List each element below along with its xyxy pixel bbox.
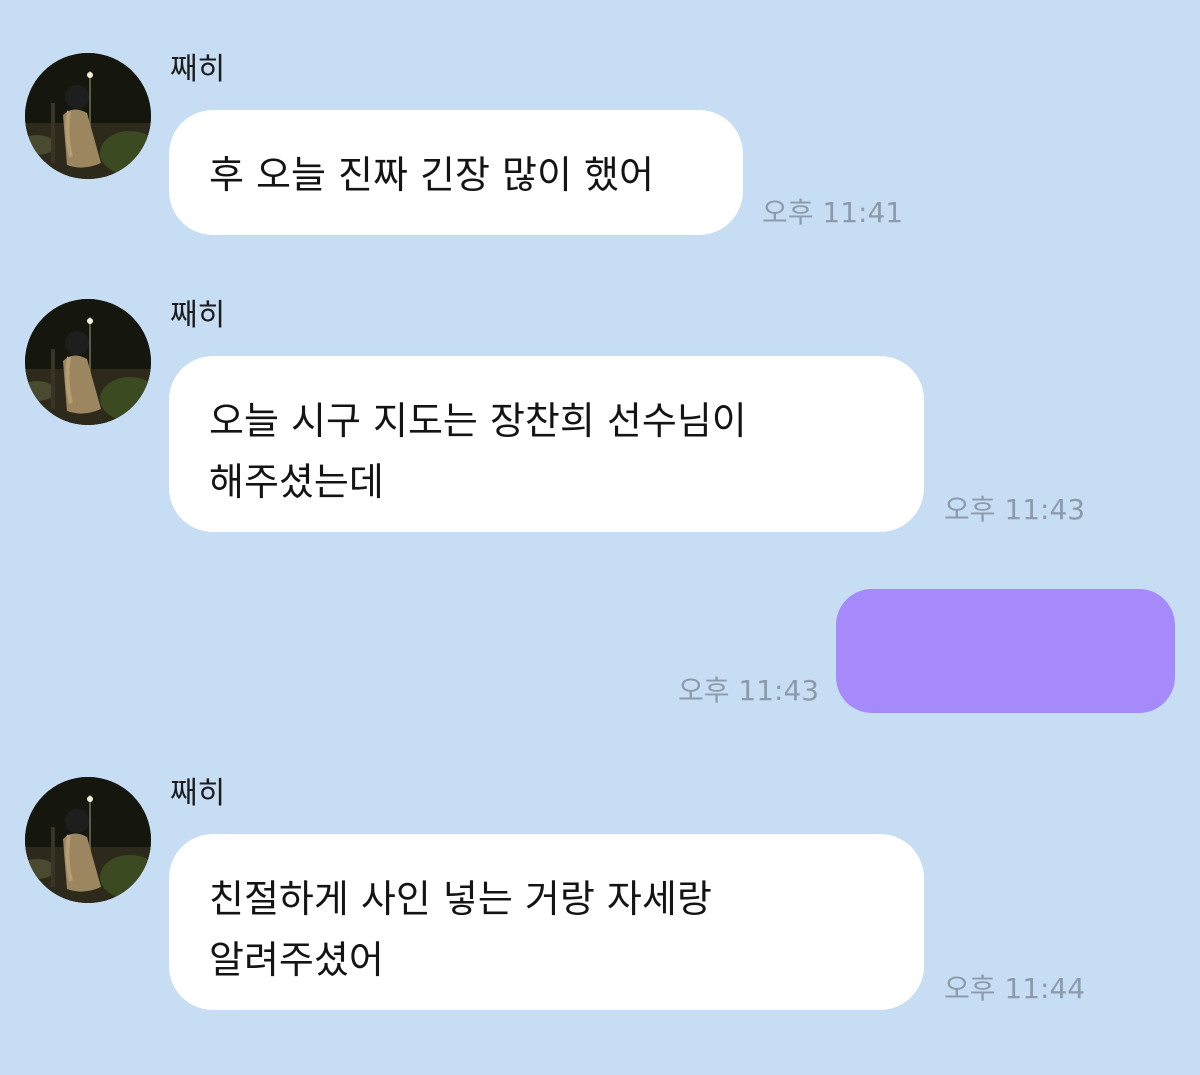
profile-photo [25, 299, 151, 425]
chat-screen: { "chat": { "messages": [ {"sender": "째히… [0, 0, 1200, 1075]
message-timestamp: 오후 11:41 [762, 196, 904, 229]
sender-avatar[interactable] [25, 53, 151, 179]
sender-name: 째히 [170, 298, 226, 333]
message-text-line: 해주셨는데 [209, 460, 384, 504]
message-bubble[interactable]: 친절하게 사인 넣는 거랑 자세랑 알려주셨어 [169, 834, 924, 1010]
profile-photo [25, 777, 151, 903]
sender-avatar[interactable] [25, 777, 151, 903]
sent-message-bubble[interactable] [836, 589, 1175, 713]
message-text-line: 알려주셨어 [209, 938, 384, 982]
message-bubble[interactable]: 후 오늘 진짜 긴장 많이 했어 [169, 110, 743, 235]
message-timestamp: 오후 11:43 [678, 674, 820, 707]
message-text: 후 오늘 진짜 긴장 많이 했어 [209, 153, 654, 197]
sender-name: 째히 [170, 52, 226, 87]
message-text-line: 친절하게 사인 넣는 거랑 자세랑 [209, 877, 712, 921]
message-text-line: 오늘 시구 지도는 장찬희 선수님이 [209, 399, 747, 443]
sender-name: 째히 [170, 776, 226, 811]
message-timestamp: 오후 11:43 [944, 493, 1086, 526]
message-bubble[interactable]: 오늘 시구 지도는 장찬희 선수님이 해주셨는데 [169, 356, 924, 532]
sender-avatar[interactable] [25, 299, 151, 425]
profile-photo [25, 53, 151, 179]
message-timestamp: 오후 11:44 [944, 972, 1086, 1005]
